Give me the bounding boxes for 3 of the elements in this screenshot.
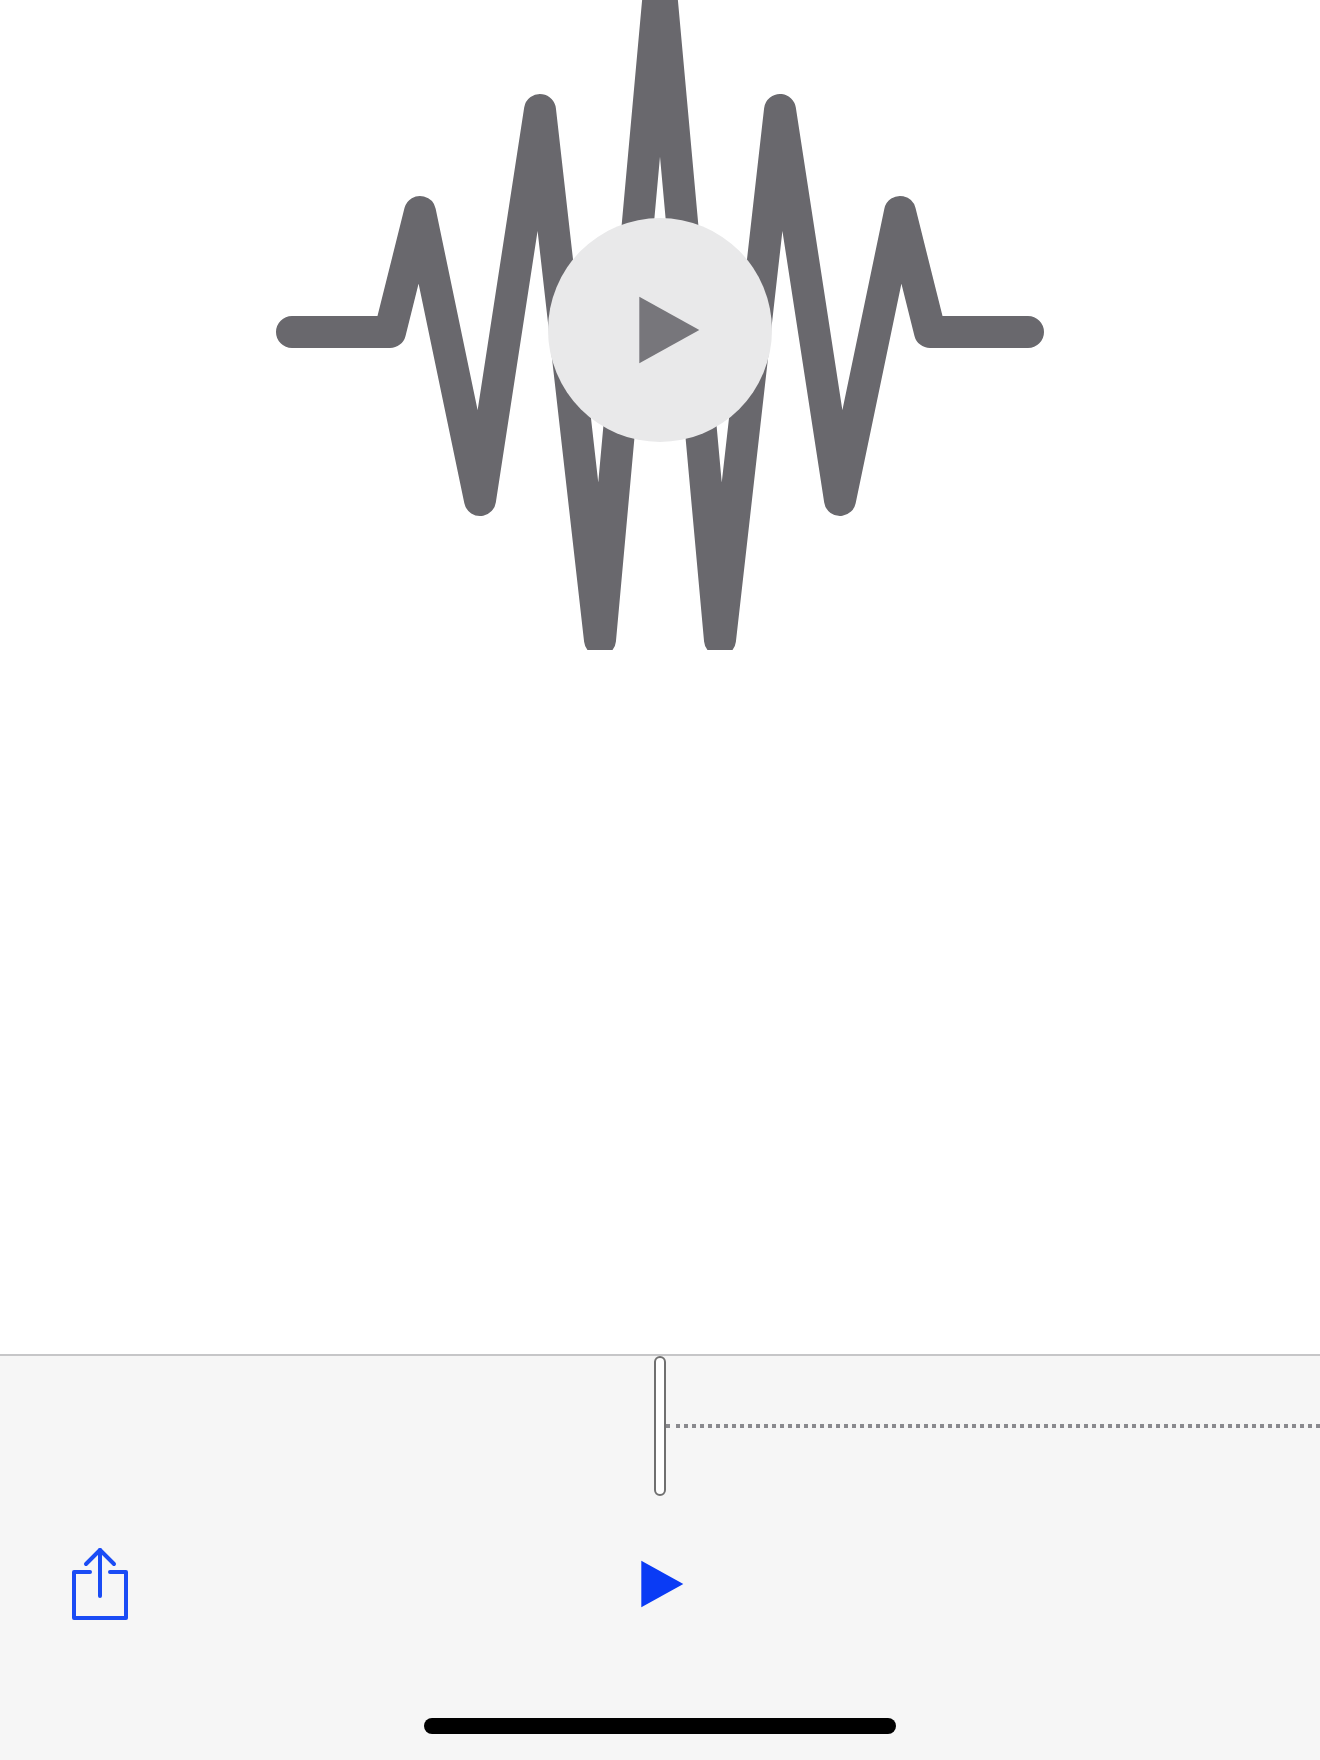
- share-icon: [68, 1546, 132, 1622]
- share-button[interactable]: [66, 1544, 134, 1624]
- playhead-handle[interactable]: [654, 1356, 666, 1496]
